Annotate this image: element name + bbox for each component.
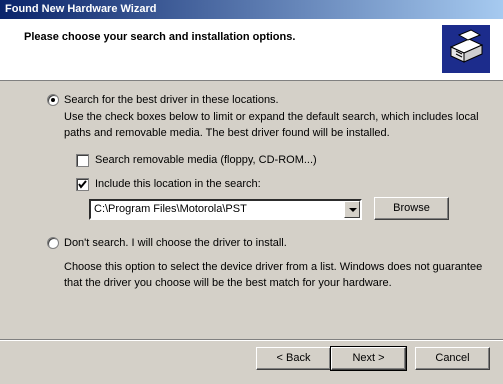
page-title: Please choose your search and installati… [24, 31, 296, 43]
back-button[interactable]: < Back [256, 347, 331, 370]
search-best-driver-label: Search for the best driver in these loca… [64, 94, 279, 106]
dont-search-description: Choose this option to select the device … [64, 261, 483, 289]
radio-selected-dot [51, 98, 55, 102]
location-value: C:\Program Files\Motorola\PST [94, 203, 247, 215]
window-title: Found New Hardware Wizard [5, 3, 157, 15]
search-best-driver-radio[interactable] [47, 94, 59, 106]
include-location-label: Include this location in the search: [95, 178, 261, 190]
footer-separator [0, 339, 503, 341]
browse-button[interactable]: Browse [374, 197, 449, 220]
title-bar[interactable]: Found New Hardware Wizard [0, 0, 503, 19]
removable-media-checkbox[interactable] [76, 154, 89, 167]
dropdown-button[interactable] [344, 201, 360, 218]
search-description: Use the check boxes below to limit or ex… [64, 111, 479, 139]
cancel-button[interactable]: Cancel [415, 347, 490, 370]
removable-media-label: Search removable media (floppy, CD-ROM..… [95, 154, 317, 166]
next-button[interactable]: Next > [330, 346, 407, 371]
wizard-window: Found New Hardware Wizard Please choose … [0, 0, 503, 384]
include-location-checkbox[interactable] [76, 178, 89, 191]
location-combobox[interactable]: C:\Program Files\Motorola\PST [89, 199, 362, 220]
checkmark-icon [78, 180, 87, 189]
dont-search-label: Don't search. I will choose the driver t… [64, 237, 287, 249]
wizard-header: Please choose your search and installati… [0, 19, 503, 81]
hardware-wizard-icon [442, 25, 490, 73]
dont-search-radio[interactable] [47, 237, 59, 249]
chevron-down-icon [349, 208, 357, 212]
